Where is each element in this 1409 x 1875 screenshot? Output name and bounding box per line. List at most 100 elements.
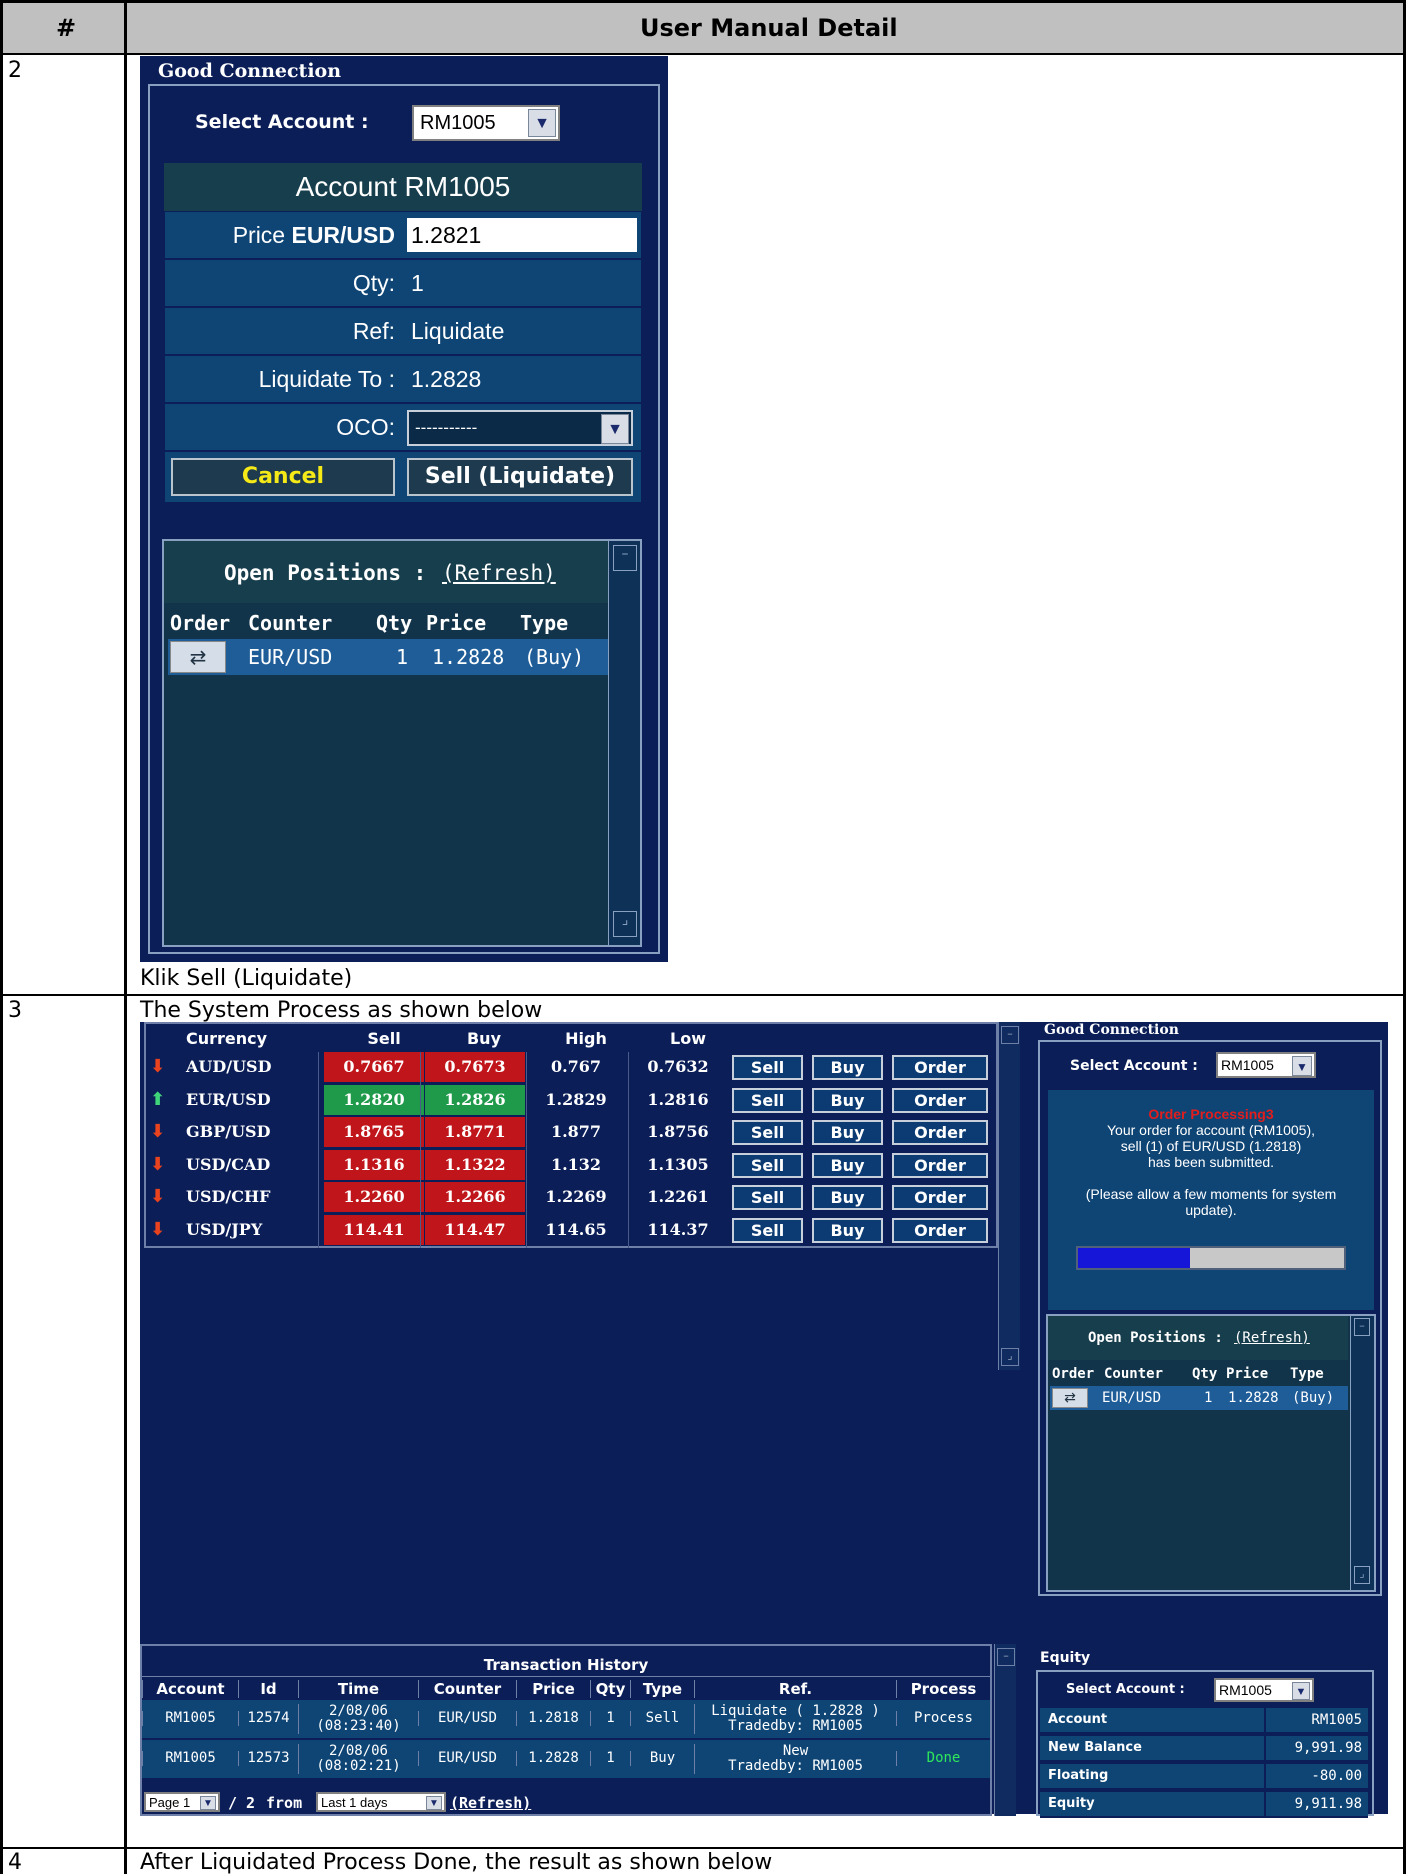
history-cell: RM1005 [142,1711,238,1726]
buy-button[interactable]: Buy [812,1217,883,1243]
account-select[interactable]: RM1005 ▼ [1214,1678,1314,1702]
sell-button[interactable]: Sell [732,1120,803,1145]
buy-price: 1.2266 [425,1182,525,1212]
sell-price: 1.2260 [324,1182,424,1212]
sell-button[interactable]: Sell [732,1217,803,1243]
chevron-down-icon[interactable]: ▼ [601,414,629,444]
order-button[interactable]: Order [892,1152,988,1178]
chevron-down-icon[interactable]: ▼ [1292,1056,1312,1076]
history-col-header: Counter [418,1680,516,1698]
history-cell: 1.2818 [516,1711,590,1726]
liquidate-label: Liquidate To : [258,366,395,392]
position-qty: 1 [396,645,409,669]
history-cell: 12573 [238,1751,298,1766]
market-row: ⬇ AUD/USD 0.7667 0.7673 0.767 0.7632 Sell Buy Or… [146,1052,998,1082]
sell-liquidate-button[interactable]: Sell (Liquidate) [407,458,633,496]
header-detail: User Manual Detail [640,14,898,42]
qty-label: Qty: [352,270,395,296]
buy-button[interactable]: Buy [812,1055,883,1080]
order-button[interactable]: Order [892,1087,988,1113]
account-select-value: RM1005 [1221,1057,1274,1073]
refresh-link[interactable]: (Refresh) [442,561,556,585]
sell-price: 0.7667 [324,1052,424,1082]
col-type: Type [1290,1366,1324,1382]
market-row: ⬇ USD/JPY 114.41 114.47 114.65 114.37 Sell Buy O… [146,1214,998,1245]
buy-button[interactable]: Buy [812,1087,883,1113]
scroll-down-icon[interactable]: ⌟ [613,911,637,937]
liquidate-row: Liquidate To : 1.2828 [164,355,642,403]
pair: USD/JPY [186,1219,263,1239]
history-cell: Tradedby: RM1005 [694,1719,896,1734]
price-input[interactable]: 1.2821 [407,218,637,252]
swap-arrows-icon[interactable]: ⇄ [1052,1388,1088,1408]
chevron-down-icon[interactable]: ▼ [1292,1682,1310,1700]
history-col-header: Time [298,1680,418,1698]
order-button[interactable]: Order [892,1120,988,1145]
open-positions-label: Open Positions : [224,561,427,585]
account-select[interactable]: RM1005 ▼ [412,105,560,141]
step-caption: The System Process as shown below [140,998,543,1023]
position-qty: 1 [1204,1390,1213,1406]
qty-row: Qty: 1 [164,259,642,307]
scroll-up-icon[interactable]: – [1001,1026,1019,1044]
pair: USD/CHF [186,1187,271,1206]
chevron-down-icon[interactable]: ▼ [528,109,556,137]
market-scrollbar[interactable]: – ⌟ [998,1022,1020,1370]
sell-button[interactable]: Sell [732,1055,803,1080]
scroll-up-icon[interactable]: – [613,545,637,571]
refresh-link[interactable]: (Refresh) [1234,1330,1310,1346]
order-button[interactable]: Order [892,1217,988,1243]
col-order: Order [170,611,231,635]
position-type: (Buy) [1292,1390,1335,1406]
step-caption: Klik Sell (Liquidate) [140,966,353,991]
position-price: 1.2828 [432,645,505,669]
sell-button[interactable]: Sell [732,1087,803,1113]
history-scrollbar[interactable]: – [994,1644,1016,1816]
account-title: Account RM1005 [295,171,511,202]
sell-button[interactable]: Sell [732,1152,803,1178]
account-title-bar: Account RM1005 [164,163,642,211]
price-label: Price EUR/USD [232,222,395,248]
high-price: 0.767 [550,1057,602,1076]
position-row[interactable]: ⇄ EUR/USD 1 1.2828 (Buy) [1050,1386,1348,1410]
history-cell: 1.2828 [516,1751,590,1766]
ref-value: Liquidate [411,318,505,344]
row-number: 2 [8,58,22,83]
equity-row: Equity 9,911.98 [1040,1792,1368,1818]
history-cell: Process [896,1711,990,1726]
account-select[interactable]: RM1005 ▼ [1216,1052,1316,1078]
oco-select-value: ----------- [415,418,478,437]
oco-select[interactable]: ----------- ▼ [407,410,633,446]
history-col-header: Id [238,1680,298,1698]
col-order: Order [1052,1366,1095,1382]
page-select[interactable]: Page 1 ▼ [144,1792,220,1812]
high-price: 1.2269 [545,1187,607,1206]
market-row: ⬇ USD/CHF 1.2260 1.2266 1.2269 1.2261 Sell Buy O… [146,1182,998,1212]
column-divider [628,1052,629,1248]
refresh-link[interactable]: (Refresh) [450,1794,531,1812]
buy-button[interactable]: Buy [812,1152,883,1178]
history-cell: 2/08/06 [298,1744,418,1759]
sell-button[interactable]: Sell [732,1185,803,1210]
order-button[interactable]: Order [892,1055,988,1080]
scroll-up-icon[interactable]: – [1354,1318,1370,1336]
chevron-down-icon[interactable]: ▼ [426,1796,442,1810]
scrollbar[interactable]: – ⌟ [1350,1316,1374,1590]
col-buy: Buy [466,1029,501,1048]
pair: AUD/USD [186,1057,272,1076]
swap-arrows-icon[interactable]: ⇄ [170,641,226,673]
buy-button[interactable]: Buy [812,1120,883,1145]
scrollbar[interactable]: – ⌟ [608,541,640,945]
order-button[interactable]: Order [892,1185,988,1210]
position-row[interactable]: ⇄ EUR/USD 1 1.2828 (Buy) [168,639,608,675]
cancel-button[interactable]: Cancel [171,458,395,496]
pair: EUR/USD [186,1089,271,1109]
scroll-down-icon[interactable]: ⌟ [1001,1348,1019,1366]
buy-button[interactable]: Buy [812,1185,883,1210]
scroll-down-icon[interactable]: ⌟ [1354,1566,1370,1584]
history-cell: RM1005 [142,1751,238,1766]
scroll-up-icon[interactable]: – [997,1648,1015,1666]
chevron-down-icon[interactable]: ▼ [200,1796,216,1810]
equity-key: Floating [1048,1768,1109,1783]
period-select[interactable]: Last 1 days ▼ [316,1792,446,1812]
